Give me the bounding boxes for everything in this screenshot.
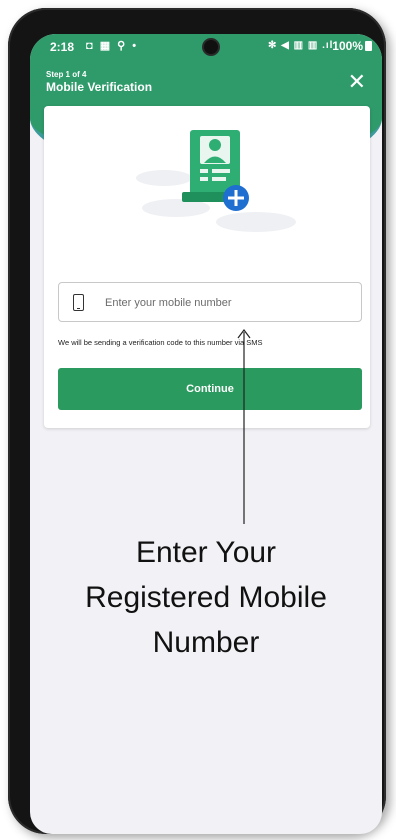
id-card-illustration: [136, 130, 296, 232]
status-time: 2:18: [50, 40, 75, 54]
phone-frame: 2:18 ◘ ▦ ⚲ • ✻ ◀ ▥ ▥ .ıl 100% Step 1 of …: [8, 8, 386, 834]
status-signal-icons: ✻ ◀ ▥ ▥ .ıl: [268, 40, 334, 51]
page-title: Mobile Verification: [46, 80, 153, 94]
battery-level: 100%: [332, 39, 363, 53]
status-bar: 2:18 ◘ ▦ ⚲ • ✻ ◀ ▥ ▥ .ıl 100%: [30, 34, 382, 62]
close-icon[interactable]: ✕: [348, 71, 366, 93]
mobile-number-field[interactable]: [58, 282, 362, 322]
annotation-line-3: Number: [152, 626, 260, 659]
continue-button[interactable]: Continue: [58, 368, 362, 410]
battery-icon: [365, 41, 372, 51]
step-indicator: Step 1 of 4: [46, 70, 87, 79]
annotation-line-2: Registered Mobile: [85, 581, 327, 614]
status-notification-icons: ◘ ▦ ⚲ •: [86, 40, 139, 52]
mobile-number-input[interactable]: [103, 292, 347, 314]
annotation-line-1: Enter Your: [135, 536, 277, 569]
camera-icon: [204, 40, 218, 54]
verification-card: We will be sending a verification code t…: [44, 106, 370, 428]
sms-hint-text: We will be sending a verification code t…: [58, 338, 263, 347]
app-screen: 2:18 ◘ ▦ ⚲ • ✻ ◀ ▥ ▥ .ıl 100% Step 1 of …: [30, 34, 382, 834]
page-header: Step 1 of 4 Mobile Verification: [46, 70, 152, 94]
battery-indicator: 100%: [332, 39, 372, 53]
annotation-text: Enter Your Registered Mobile Number: [30, 530, 382, 665]
mobile-phone-icon: [73, 294, 84, 311]
